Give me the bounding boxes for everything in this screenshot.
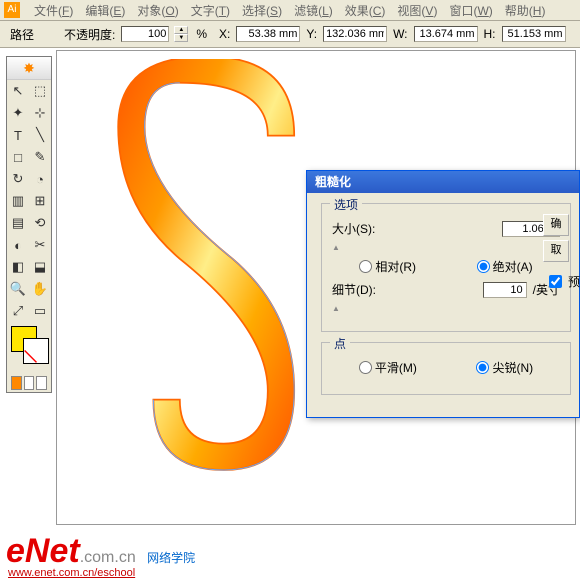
- ok-button[interactable]: 确: [543, 214, 569, 236]
- tool-3[interactable]: ⊹: [29, 102, 51, 124]
- tool-16[interactable]: ◧: [7, 256, 29, 278]
- mini-swatch-row: [7, 374, 51, 392]
- option-bar: 路径 不透明度: ▲▼ % X: Y: W: H:: [0, 21, 580, 48]
- tool-4[interactable]: T: [7, 124, 29, 146]
- tool-10[interactable]: ▥: [7, 190, 29, 212]
- tool-13[interactable]: ⟲: [29, 212, 51, 234]
- menu-s[interactable]: 选择(S): [236, 2, 288, 19]
- mini-swatch-1[interactable]: [24, 376, 35, 390]
- watermark-logo: eNet.com.cn 网络学院: [6, 532, 195, 571]
- menu-o[interactable]: 对象(O): [131, 2, 184, 19]
- tool-19[interactable]: ✋: [29, 278, 51, 300]
- menu-t[interactable]: 文字(T): [185, 2, 236, 19]
- mini-swatch-0[interactable]: [11, 376, 22, 390]
- w-label: W:: [393, 27, 407, 41]
- size-label: 大小(S):: [332, 220, 375, 237]
- tool-0[interactable]: ↖: [7, 80, 29, 102]
- menu-w[interactable]: 窗口(W): [443, 2, 498, 19]
- preview-checkbox[interactable]: 预: [545, 272, 580, 291]
- tool-7[interactable]: ✎: [29, 146, 51, 168]
- menu-f[interactable]: 文件(F): [28, 2, 79, 19]
- tool-5[interactable]: ╲: [29, 124, 51, 146]
- options-legend: 选项: [330, 196, 362, 213]
- tool-11[interactable]: ⊞: [29, 190, 51, 212]
- y-label: Y:: [306, 27, 317, 41]
- opacity-input[interactable]: [121, 26, 169, 42]
- points-fieldset: 点 平滑(M) 尖锐(N): [321, 342, 571, 395]
- tool-12[interactable]: ▤: [7, 212, 29, 234]
- detail-label: 细节(D):: [332, 281, 376, 298]
- roughen-dialog: 粗糙化 选项 大小(S): ▲ 相对(R) 绝对(A) 细节(D):: [306, 170, 580, 418]
- color-swatches[interactable]: [7, 322, 51, 374]
- opacity-stepper[interactable]: ▲▼: [174, 26, 188, 42]
- burst-icon: ✸: [23, 60, 35, 77]
- tool-21[interactable]: ▭: [29, 300, 51, 322]
- stroke-swatch[interactable]: [23, 338, 49, 364]
- x-label: X:: [219, 27, 230, 41]
- toolbox-panel: ✸ ↖⬚✦⊹T╲□✎↻◔▥⊞▤⟲◐✂◧⬓🔍✋⤢▭: [6, 56, 52, 393]
- y-input[interactable]: [323, 26, 387, 42]
- options-fieldset: 选项 大小(S): ▲ 相对(R) 绝对(A) 细节(D): /英寸: [321, 203, 571, 332]
- menu-bar: Ai 文件(F)编辑(E)对象(O)文字(T)选择(S)滤镜(L)效果(C)视图…: [0, 0, 580, 21]
- toolbox-header: ✸: [7, 57, 51, 80]
- tool-15[interactable]: ✂: [29, 234, 51, 256]
- mode-label: 路径: [10, 26, 34, 43]
- watermark-url: www.enet.com.cn/eschool: [8, 567, 135, 579]
- menu-e[interactable]: 编辑(E): [79, 2, 131, 19]
- artwork-letter-s[interactable]: [112, 59, 322, 519]
- dialog-title: 粗糙化: [307, 171, 579, 193]
- menu-h[interactable]: 帮助(H): [499, 2, 552, 19]
- h-input[interactable]: [502, 26, 566, 42]
- cancel-button[interactable]: 取: [543, 240, 569, 262]
- tool-17[interactable]: ⬓: [29, 256, 51, 278]
- tool-1[interactable]: ⬚: [29, 80, 51, 102]
- menu-c[interactable]: 效果(C): [339, 2, 392, 19]
- detail-input[interactable]: [483, 282, 527, 298]
- dialog-buttons: 确 取 预: [543, 214, 580, 291]
- tool-18[interactable]: 🔍: [7, 278, 29, 300]
- tool-6[interactable]: □: [7, 146, 29, 168]
- corner-radio[interactable]: 尖锐(N): [476, 359, 533, 376]
- x-input[interactable]: [236, 26, 300, 42]
- tool-9[interactable]: ◔: [29, 168, 51, 190]
- menu-l[interactable]: 滤镜(L): [288, 2, 339, 19]
- relative-radio[interactable]: 相对(R): [359, 258, 416, 275]
- app-icon: Ai: [4, 2, 20, 18]
- w-input[interactable]: [414, 26, 478, 42]
- mini-swatch-2[interactable]: [36, 376, 47, 390]
- tool-20[interactable]: ⤢: [7, 300, 29, 322]
- menu-v[interactable]: 视图(V): [391, 2, 443, 19]
- opacity-label: 不透明度:: [64, 26, 115, 43]
- opacity-unit: %: [196, 27, 207, 41]
- h-label: H:: [484, 27, 496, 41]
- tool-2[interactable]: ✦: [7, 102, 29, 124]
- smooth-radio[interactable]: 平滑(M): [359, 359, 417, 376]
- absolute-radio[interactable]: 绝对(A): [477, 258, 533, 275]
- tool-14[interactable]: ◐: [7, 234, 29, 256]
- points-legend: 点: [330, 335, 350, 352]
- tool-8[interactable]: ↻: [7, 168, 29, 190]
